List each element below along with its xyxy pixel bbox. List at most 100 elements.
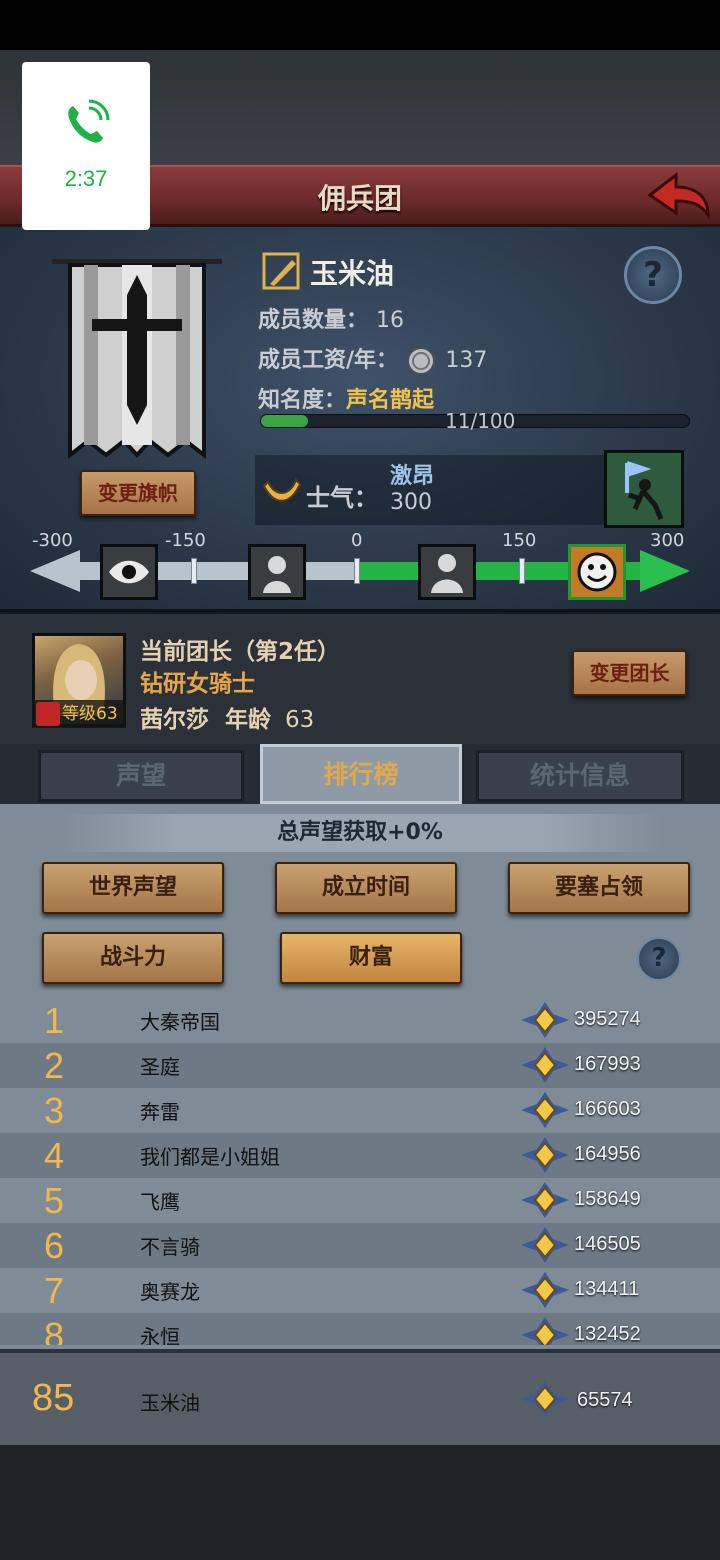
rank-number: 8: [44, 1315, 65, 1345]
rank-guild-name: 永恒: [140, 1325, 180, 1345]
rank-value: 167993: [574, 1053, 641, 1075]
leader-title: 当前团长（第2任）: [140, 639, 341, 665]
rank-value: 146505: [574, 1233, 641, 1255]
leader-class: 钻研女骑士: [140, 671, 255, 697]
leader-age: 63: [285, 707, 315, 733]
wage-value: 137: [445, 348, 488, 373]
table-row[interactable]: 8 永恒 132452: [0, 1313, 720, 1345]
change-flag-button[interactable]: 变更旗帜: [80, 470, 196, 516]
morale-stage-fear-icon[interactable]: [248, 544, 306, 600]
rank-guild-name: 奔雷: [140, 1100, 180, 1124]
rank-number: 6: [44, 1225, 65, 1266]
rank-emblem-icon: [521, 1092, 569, 1128]
wage-label: 成员工资/年：: [258, 348, 399, 373]
back-arrow-icon[interactable]: [646, 171, 712, 221]
scale-arrow-right: [640, 550, 690, 592]
table-row[interactable]: 1 大秦帝国 395274: [0, 998, 720, 1043]
rank-guild-name: 我们都是小姐姐: [140, 1145, 280, 1169]
level-icon: [36, 702, 60, 726]
table-row[interactable]: 7 奥赛龙 134411: [0, 1268, 720, 1313]
morale-stage-excited-icon[interactable]: [568, 544, 626, 600]
rank-number: 3: [44, 1090, 65, 1131]
members-label: 成员数量：: [258, 308, 369, 333]
morale-state: 激昂: [390, 464, 435, 489]
own-rank-row: 85 玉米油 65574: [0, 1349, 720, 1445]
rank-emblem-icon: [521, 1002, 569, 1038]
guild-name: 玉米油: [310, 257, 395, 290]
leader-age-label: 年龄: [225, 707, 272, 733]
rank-number: 4: [44, 1135, 65, 1176]
own-rank-name: 玉米油: [140, 1391, 200, 1415]
rank-value: 164956: [574, 1143, 641, 1165]
rank-value: 158649: [574, 1188, 641, 1210]
rank-value: 132452: [574, 1323, 641, 1345]
rank-emblem-icon: [521, 1182, 569, 1218]
silver-coin-icon: [406, 347, 435, 375]
members-line: 成员数量： 16: [258, 302, 404, 334]
category-wealth[interactable]: 财富: [280, 932, 462, 984]
members-value: 16: [376, 308, 405, 333]
guild-banner: [52, 259, 222, 460]
bottom-background: [0, 1445, 720, 1560]
morale-icon[interactable]: [604, 450, 684, 528]
fame-name: 声名鹊起: [346, 388, 435, 413]
scale-tick: [191, 558, 197, 584]
rank-emblem-icon: [521, 1137, 569, 1173]
scale-tick-label: 150: [502, 530, 537, 551]
help-icon[interactable]: ?: [624, 246, 682, 304]
fame-label: 知名度：: [258, 388, 347, 413]
rank-guild-name: 大秦帝国: [140, 1010, 220, 1034]
scale-tick-label: -150: [165, 530, 206, 551]
change-leader-button[interactable]: 变更团长: [572, 650, 687, 696]
rank-emblem-icon: [521, 1047, 569, 1083]
rank-number: 5: [44, 1180, 65, 1221]
morale-label: 士气：: [306, 484, 378, 512]
fame-line: 知名度：声名鹊起: [258, 382, 434, 414]
scale-tick: [354, 558, 360, 584]
leader-name-line: 茜尔莎 年龄 63: [140, 700, 314, 734]
table-row[interactable]: 3 奔雷 166603: [0, 1088, 720, 1133]
table-row[interactable]: 2 圣庭 167993: [0, 1043, 720, 1088]
category-combat-power[interactable]: 战斗力: [42, 932, 224, 984]
reputation-bonus: 总声望获取+0%: [60, 814, 660, 852]
category-founded-time[interactable]: 成立时间: [275, 862, 457, 914]
horn-icon: [262, 478, 302, 502]
morale-stage-calm-icon[interactable]: [418, 544, 476, 600]
scale-tick: [519, 558, 525, 584]
tab-ranking[interactable]: 排行榜: [260, 744, 462, 804]
rank-number: 7: [44, 1270, 65, 1311]
help-icon[interactable]: ?: [637, 937, 681, 981]
rank-value: 166603: [574, 1098, 641, 1120]
morale-stage-panic-icon[interactable]: [100, 544, 158, 600]
morale-scale: -300 -150 0 150 300: [30, 530, 690, 610]
rank-guild-name: 奥赛龙: [140, 1280, 200, 1304]
phone-icon: [68, 99, 110, 143]
rank-number: 1: [44, 1000, 65, 1041]
table-row[interactable]: 5 飞鹰 158649: [0, 1178, 720, 1223]
wage-line: 成员工资/年： 137: [258, 342, 487, 376]
call-time: 2:37: [64, 166, 108, 191]
fame-progress-fill: [261, 415, 309, 427]
quill-icon[interactable]: [262, 252, 302, 292]
rank-guild-name: 圣庭: [140, 1055, 180, 1079]
status-bar: [0, 0, 720, 50]
category-fortress[interactable]: 要塞占领: [508, 862, 690, 914]
table-row[interactable]: 6 不言骑 146505: [0, 1223, 720, 1268]
own-rank-value: 65574: [577, 1389, 633, 1411]
rank-emblem-icon: [521, 1381, 569, 1417]
own-rank-number: 85: [32, 1377, 75, 1419]
tab-statistics[interactable]: 统计信息: [476, 750, 684, 802]
rank-emblem-icon: [521, 1227, 569, 1263]
rank-guild-name: 飞鹰: [140, 1190, 180, 1214]
category-world-reputation[interactable]: 世界声望: [42, 862, 224, 914]
scale-tick-label: -300: [32, 530, 73, 551]
rank-value: 134411: [574, 1278, 640, 1300]
fame-progress-text: 11/100: [445, 409, 516, 433]
leader-name: 茜尔莎: [140, 707, 209, 733]
tab-reputation[interactable]: 声望: [38, 750, 244, 802]
call-indicator[interactable]: 2:37: [22, 62, 150, 230]
rank-emblem-icon: [521, 1317, 569, 1345]
morale-value: 300: [390, 490, 432, 515]
table-row[interactable]: 4 我们都是小姐姐 164956: [0, 1133, 720, 1178]
guild-name-row: 玉米油: [262, 252, 394, 292]
